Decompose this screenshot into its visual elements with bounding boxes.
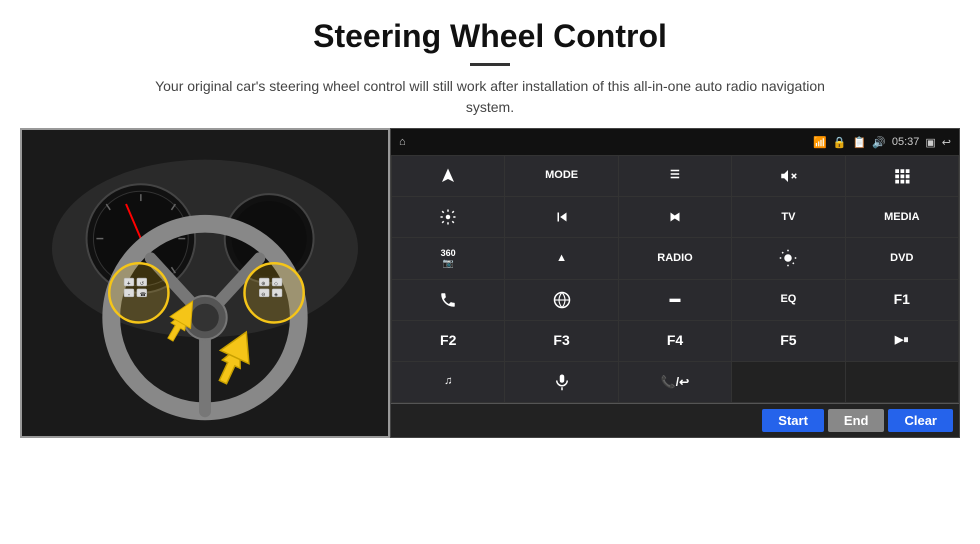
btn-mute[interactable] [732, 156, 844, 196]
btn-radio[interactable]: RADIO [619, 238, 731, 278]
svg-text:◈: ◈ [274, 292, 278, 298]
content-section: + - ↺ ☎ ⊕ ⊖ ◇ ◈ [0, 128, 980, 544]
svg-text:⊖: ⊖ [261, 292, 265, 298]
header-section: Steering Wheel Control Your original car… [0, 0, 980, 128]
android-panel: ⌂ 📶 🔒 📋 🔊 05:37 ▣ ↩ MODE [390, 128, 960, 438]
end-button[interactable]: End [828, 409, 885, 432]
btn-f3[interactable]: F3 [505, 321, 617, 361]
btn-phone[interactable] [392, 280, 504, 320]
svg-text:+: + [127, 281, 131, 287]
svg-text:↺: ↺ [140, 281, 144, 287]
btn-mic[interactable] [505, 362, 617, 402]
btn-next-track[interactable] [619, 197, 731, 237]
btn-empty-2 [846, 362, 958, 402]
btn-360cam[interactable]: 360📷 [392, 238, 504, 278]
btn-browser[interactable] [505, 280, 617, 320]
steering-wheel-image: + - ↺ ☎ ⊕ ⊖ ◇ ◈ [20, 128, 390, 438]
title-divider [470, 63, 510, 66]
status-bar: ⌂ 📶 🔒 📋 🔊 05:37 ▣ ↩ [391, 129, 959, 155]
btn-phone-hangup[interactable]: 📞/↩ [619, 362, 731, 402]
btn-music[interactable]: ♫ [392, 362, 504, 402]
sim-icon: 📋 [852, 136, 866, 149]
btn-eject[interactable]: ▲ [505, 238, 617, 278]
bluetooth-icon: 🔊 [872, 136, 886, 149]
bottom-bar: Start End Clear [391, 403, 959, 437]
btn-f1[interactable]: F1 [846, 280, 958, 320]
btn-navigate[interactable] [392, 156, 504, 196]
window-icon: ▣ [925, 136, 935, 149]
home-icon: ⌂ [399, 136, 406, 148]
svg-text:-: - [128, 292, 130, 298]
status-bar-right: 📶 🔒 📋 🔊 05:37 ▣ ↩ [813, 136, 951, 149]
clear-button[interactable]: Clear [888, 409, 953, 432]
btn-list[interactable]: ☰ [619, 156, 731, 196]
btn-settings[interactable] [392, 197, 504, 237]
btn-mode[interactable]: MODE [505, 156, 617, 196]
status-bar-left: ⌂ [399, 136, 406, 148]
btn-f2[interactable]: F2 [392, 321, 504, 361]
back-icon: ↩ [942, 136, 951, 149]
btn-f4[interactable]: F4 [619, 321, 731, 361]
page-subtitle: Your original car's steering wheel contr… [140, 76, 840, 118]
time-display: 05:37 [892, 136, 920, 148]
btn-f5[interactable]: F5 [732, 321, 844, 361]
btn-tv[interactable]: TV [732, 197, 844, 237]
lock-icon: 🔒 [833, 136, 847, 149]
btn-apps[interactable] [846, 156, 958, 196]
svg-text:☎: ☎ [140, 292, 146, 298]
wifi-icon: 📶 [813, 136, 827, 149]
btn-media[interactable]: MEDIA [846, 197, 958, 237]
start-button[interactable]: Start [762, 409, 824, 432]
page-container: Steering Wheel Control Your original car… [0, 0, 980, 544]
page-title: Steering Wheel Control [60, 18, 920, 55]
control-grid: MODE ☰ TV MEDIA [391, 155, 959, 403]
btn-empty-1 [732, 362, 844, 402]
btn-eq[interactable]: EQ [732, 280, 844, 320]
btn-rect[interactable]: ▬ [619, 280, 731, 320]
btn-dvd[interactable]: DVD [846, 238, 958, 278]
btn-prev-track[interactable] [505, 197, 617, 237]
btn-brightness[interactable] [732, 238, 844, 278]
svg-text:◇: ◇ [274, 281, 278, 287]
btn-playpause[interactable]: ▶⏸ [846, 321, 958, 361]
svg-text:⊕: ⊕ [261, 281, 265, 287]
